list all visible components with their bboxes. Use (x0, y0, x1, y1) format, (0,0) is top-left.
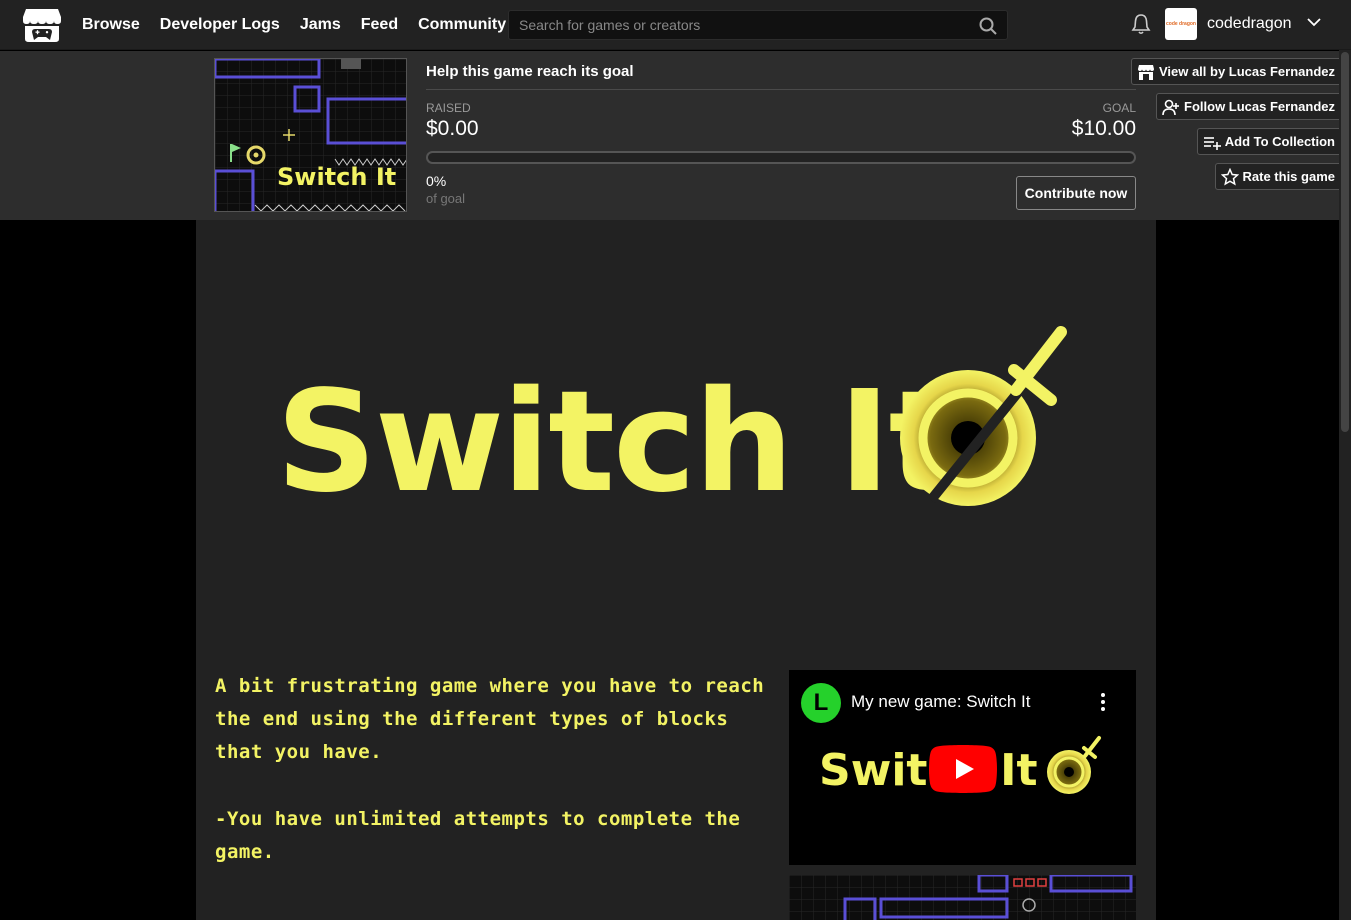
rate-game-label: Rate this game (1242, 169, 1335, 184)
screenshot-thumbnail[interactable] (789, 875, 1136, 920)
fundraiser-divider (426, 89, 1136, 90)
of-goal-label: of goal (426, 191, 466, 206)
view-all-button[interactable]: View all by Lucas Fernandez (1130, 58, 1342, 85)
add-to-collection-button[interactable]: Add To Collection (1196, 128, 1342, 155)
youtube-video[interactable]: L My new game: Switch It Switch It (789, 670, 1136, 865)
star-icon (1220, 167, 1239, 186)
store-icon (1137, 64, 1154, 80)
nav-links: Browse Developer Logs Jams Feed Communit… (82, 0, 506, 50)
description-paragraph: -You have unlimited attempts to complete… (215, 808, 741, 863)
more-vertical-icon[interactable] (1100, 692, 1106, 712)
percent-value: 0% (426, 173, 447, 189)
fundraiser-title: Help this game reach its goal (426, 63, 634, 80)
contribute-button[interactable]: Contribute now (1016, 176, 1136, 210)
game-page: Switch It A bit frustrating game where y… (196, 220, 1156, 920)
switch-logo-icon (900, 326, 1067, 506)
progress-bar (426, 151, 1136, 164)
nav-community[interactable]: Community (418, 16, 506, 34)
avatar[interactable]: code dragon (1165, 8, 1197, 40)
follow-button[interactable]: Follow Lucas Fernandez (1156, 93, 1342, 120)
rate-game-button[interactable]: Rate this game (1214, 163, 1342, 190)
banner-title: Switch It (276, 361, 954, 524)
description-paragraph: A bit frustrating game where you have to… (215, 675, 765, 763)
username[interactable]: codedragon (1207, 15, 1292, 33)
goal-value: $10.00 (1071, 117, 1136, 140)
game-description: A bit frustrating game where you have to… (215, 670, 775, 903)
fundraiser-bar: Switch It Help this game reach its goal … (0, 51, 1351, 220)
itchio-logo-icon[interactable] (22, 7, 62, 43)
nav-feed[interactable]: Feed (361, 16, 398, 34)
top-nav: Browse Developer Logs Jams Feed Communit… (0, 0, 1351, 50)
user-plus-icon (1162, 99, 1180, 115)
search-input[interactable] (509, 11, 1007, 39)
raised-value: $0.00 (426, 117, 479, 140)
view-all-label: View all by Lucas Fernandez (1158, 64, 1335, 79)
page-scrollbar[interactable] (1339, 50, 1351, 920)
game-banner: Switch It (276, 326, 1067, 524)
channel-avatar[interactable]: L (801, 683, 841, 723)
video-title[interactable]: My new game: Switch It (851, 692, 1031, 712)
follow-label: Follow Lucas Fernandez (1184, 99, 1335, 114)
nav-jams[interactable]: Jams (300, 16, 341, 34)
thumbnail-title: Switch It (277, 163, 396, 191)
goal-label: GOAL (1102, 101, 1136, 115)
nav-browse[interactable]: Browse (82, 16, 140, 34)
scrollbar-thumb[interactable] (1341, 52, 1349, 432)
search-icon[interactable] (979, 17, 997, 35)
raised-label: RAISED (426, 101, 471, 115)
play-button-icon[interactable] (929, 745, 997, 793)
switch-logo-small-icon (1047, 736, 1101, 794)
add-to-collection-label: Add To Collection (1224, 134, 1335, 149)
game-thumbnail[interactable]: Switch It (214, 58, 407, 212)
search-box (508, 10, 1008, 40)
chevron-down-icon[interactable] (1306, 16, 1322, 28)
playlist-add-icon (1203, 136, 1221, 150)
nav-developer-logs[interactable]: Developer Logs (160, 16, 280, 34)
bell-icon[interactable] (1131, 13, 1151, 35)
